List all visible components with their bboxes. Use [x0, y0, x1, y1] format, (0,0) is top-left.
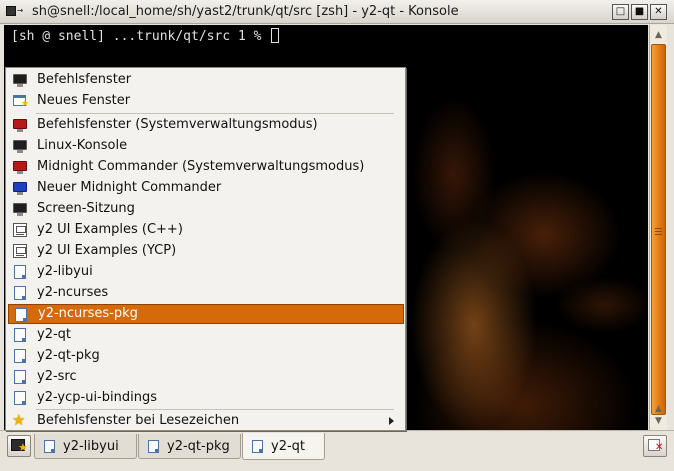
close-button[interactable]: ✕ [650, 4, 667, 20]
star-icon: ★ [18, 441, 28, 454]
ycp-icon [12, 222, 28, 238]
grip-icon [655, 228, 662, 236]
minimize-button[interactable]: □ [612, 4, 629, 20]
menu-item-label: Befehlsfenster [37, 72, 132, 87]
menu-item-linux-konsole[interactable]: Linux-Konsole [8, 136, 404, 156]
menu-item-label: Neues Fenster [37, 93, 131, 108]
menu-item-label: y2-libyui [37, 264, 93, 279]
scroll-down-arrow-icon[interactable]: ▼ [651, 414, 666, 428]
menu-item-y2-ncurses-pkg[interactable]: y2-ncurses-pkg [8, 304, 404, 324]
document-icon [13, 307, 29, 323]
menu-item-befehlsfenster-root[interactable]: Befehlsfenster (Systemverwaltungsmodus) [8, 115, 404, 135]
tab-label: y2-qt [271, 438, 306, 454]
document-icon [12, 369, 28, 385]
tab-y2-qt[interactable]: y2-qt [242, 433, 325, 460]
document-icon [12, 348, 28, 364]
menu-item-y2-src[interactable]: y2-src [8, 367, 404, 387]
menu-item-screen-sitzung[interactable]: Screen-Sitzung [8, 199, 404, 219]
menu-item-label: y2-src [37, 369, 77, 384]
new-session-button[interactable]: ★ [7, 435, 31, 457]
window-title: sh@snell:/local_home/sh/yast2/trunk/qt/s… [32, 4, 459, 19]
ycp-icon [12, 243, 28, 259]
submenu-arrow-icon [389, 417, 394, 425]
menu-separator [36, 409, 394, 410]
terminal-icon [12, 72, 28, 88]
menu-item-befehlsfenster-bei-lesezeichen[interactable]: ★ Befehlsfenster bei Lesezeichen [8, 411, 404, 431]
menu-separator [36, 113, 394, 114]
session-tab-bar: ★ y2-libyui y2-qt-pkg y2-qt ✕ [0, 430, 674, 471]
bookmark-star-icon: ★ [12, 411, 26, 429]
menu-item-y2-ui-examples-cpp[interactable]: y2 UI Examples (C++) [8, 220, 404, 240]
menu-item-label: Befehlsfenster bei Lesezeichen [37, 413, 240, 428]
prompt-text: [sh @ snell] ...trunk/qt/src 1 % [11, 29, 270, 44]
window-menu-icon[interactable]: → [6, 5, 26, 18]
menu-item-y2-ui-examples-ycp[interactable]: y2 UI Examples (YCP) [8, 241, 404, 261]
menu-item-label: Befehlsfenster (Systemverwaltungsmodus) [37, 117, 318, 132]
vertical-scrollbar[interactable]: ▲ ▲ ▼ [649, 25, 667, 430]
document-icon [12, 285, 28, 301]
menu-item-label: y2-ncurses [37, 285, 109, 300]
menu-item-befehlsfenster[interactable]: Befehlsfenster [8, 70, 404, 90]
close-session-button[interactable]: ✕ [643, 435, 667, 457]
document-icon [12, 390, 28, 406]
document-icon [12, 264, 28, 280]
menu-item-neues-fenster[interactable]: ★ Neues Fenster [8, 91, 404, 111]
tab-y2-qt-pkg[interactable]: y2-qt-pkg [138, 434, 241, 459]
menu-item-label: Neuer Midnight Commander [37, 180, 222, 195]
menu-item-midnight-commander-root[interactable]: Midnight Commander (Systemverwaltungsmod… [8, 157, 404, 177]
menu-item-y2-libyui[interactable]: y2-libyui [8, 262, 404, 282]
menu-item-label: y2-qt-pkg [37, 348, 100, 363]
midnight-commander-icon [12, 180, 28, 196]
menu-item-label: y2-qt [37, 327, 72, 342]
scrollbar-thumb[interactable] [651, 44, 666, 415]
tab-label: y2-qt-pkg [167, 438, 230, 454]
menu-item-label: y2 UI Examples (YCP) [37, 243, 177, 258]
document-icon [252, 439, 263, 453]
close-icon: ✕ [655, 442, 664, 453]
text-cursor [271, 28, 280, 43]
menu-item-label: y2-ycp-ui-bindings [37, 390, 157, 405]
konsole-icon [6, 6, 16, 16]
menu-item-neuer-midnight-commander[interactable]: Neuer Midnight Commander [8, 178, 404, 198]
menu-item-y2-ncurses[interactable]: y2-ncurses [8, 283, 404, 303]
new-window-icon: ★ [12, 93, 29, 109]
menu-item-y2-ycp-ui-bindings[interactable]: y2-ycp-ui-bindings [8, 388, 404, 408]
menu-item-label: Linux-Konsole [37, 138, 128, 153]
menu-item-y2-qt[interactable]: y2-qt [8, 325, 404, 345]
menu-item-label: Midnight Commander (Systemverwaltungsmod… [37, 159, 365, 174]
root-terminal-icon [12, 117, 28, 133]
terminal-icon [12, 201, 28, 217]
arrow-icon: → [17, 5, 24, 16]
tab-y2-libyui[interactable]: y2-libyui [34, 434, 137, 459]
new-session-menu: Befehlsfenster ★ Neues Fenster Befehlsfe… [5, 67, 406, 431]
terminal-prompt-line: [sh @ snell] ...trunk/qt/src 1 % [11, 28, 280, 45]
document-icon [44, 439, 55, 453]
menu-item-label: y2 UI Examples (C++) [37, 222, 183, 237]
menu-item-label: Screen-Sitzung [37, 201, 135, 216]
terminal-icon [12, 138, 28, 154]
menu-item-y2-qt-pkg[interactable]: y2-qt-pkg [8, 346, 404, 366]
scroll-up-arrow-icon[interactable]: ▲ [651, 28, 666, 42]
document-icon [148, 439, 159, 453]
tab-label: y2-libyui [63, 438, 119, 454]
root-terminal-icon [12, 159, 28, 175]
title-bar[interactable]: → sh@snell:/local_home/sh/yast2/trunk/qt… [0, 0, 674, 24]
document-icon [12, 327, 28, 343]
menu-item-label: y2-ncurses-pkg [38, 306, 138, 321]
maximize-button[interactable]: ■ [631, 4, 648, 20]
